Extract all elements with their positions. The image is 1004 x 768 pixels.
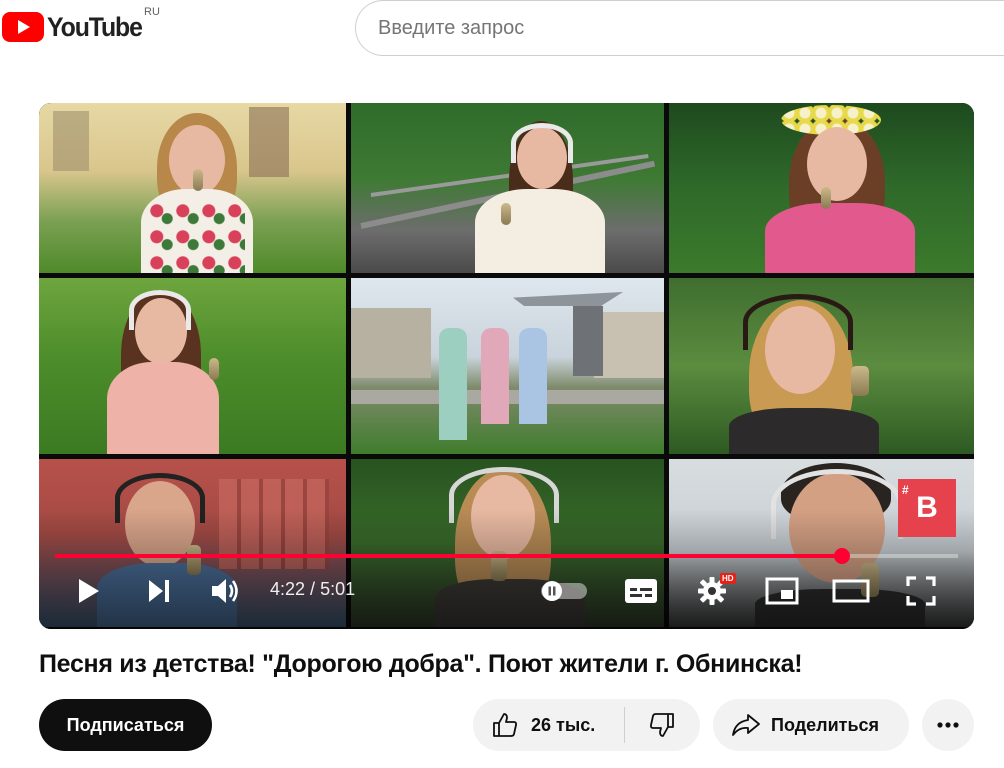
more-actions-button[interactable] bbox=[922, 699, 974, 751]
hd-badge: HD bbox=[720, 573, 736, 584]
progress-scrubber[interactable] bbox=[833, 548, 850, 564]
dislike-icon bbox=[650, 713, 674, 737]
progress-bar[interactable] bbox=[55, 548, 958, 564]
progress-played bbox=[55, 554, 842, 558]
video-tile bbox=[351, 278, 664, 454]
fullscreen-icon bbox=[906, 576, 936, 606]
player-controls: 4:22 / 5:01 HD bbox=[39, 569, 974, 613]
like-icon bbox=[493, 713, 517, 737]
video-tile bbox=[39, 103, 346, 273]
watermark-letter: B bbox=[916, 491, 938, 524]
play-icon bbox=[79, 579, 99, 603]
subtitles-button[interactable] bbox=[623, 569, 659, 613]
video-tile bbox=[39, 278, 346, 454]
like-count: 26 тыс. bbox=[531, 714, 596, 735]
current-time: 4:22 bbox=[270, 579, 306, 599]
subtitles-icon bbox=[625, 579, 657, 603]
share-label: Поделиться bbox=[771, 714, 880, 735]
search-input[interactable] bbox=[378, 16, 978, 40]
miniplayer-icon bbox=[765, 577, 799, 605]
page: YouTube RU Введите запрос # B 4:22 / 5:0… bbox=[0, 0, 1004, 768]
video-tile bbox=[669, 103, 974, 273]
share-icon bbox=[732, 714, 760, 736]
fullscreen-button[interactable] bbox=[903, 569, 939, 613]
region-code: RU bbox=[144, 6, 160, 18]
time-display: 4:22 / 5:01 bbox=[270, 579, 355, 600]
autoplay-toggle[interactable] bbox=[539, 569, 589, 613]
more-icon bbox=[937, 722, 959, 728]
theater-icon bbox=[832, 579, 870, 603]
autoplay-toggle-icon bbox=[541, 581, 587, 601]
like-button[interactable]: 26 тыс. bbox=[473, 707, 625, 743]
masthead: YouTube RU bbox=[0, 0, 1004, 56]
search-box[interactable] bbox=[355, 0, 1004, 56]
youtube-logo[interactable]: YouTube bbox=[2, 10, 150, 44]
video-tile bbox=[351, 103, 664, 273]
total-time: 5:01 bbox=[320, 579, 356, 599]
channel-watermark[interactable]: # B bbox=[898, 479, 956, 537]
like-dislike-group: 26 тыс. bbox=[473, 699, 700, 751]
theater-button[interactable] bbox=[831, 569, 871, 613]
next-icon bbox=[149, 580, 169, 602]
video-tile bbox=[669, 278, 974, 454]
volume-icon bbox=[212, 579, 238, 603]
miniplayer-button[interactable] bbox=[763, 569, 801, 613]
logo-text: YouTube bbox=[47, 11, 143, 42]
mute-button[interactable] bbox=[209, 569, 243, 613]
share-button[interactable]: Поделиться bbox=[713, 699, 909, 751]
youtube-logo-icon bbox=[2, 12, 44, 42]
video-title: Песня из детства! "Дорогою добра". Поют … bbox=[39, 650, 803, 678]
play-button[interactable] bbox=[73, 569, 105, 613]
subscribe-button[interactable]: Подписаться bbox=[39, 699, 212, 751]
video-player[interactable]: # B 4:22 / 5:01 HD bbox=[39, 103, 974, 629]
watermark-hash: # bbox=[902, 483, 909, 497]
dislike-button[interactable] bbox=[625, 699, 699, 751]
next-button[interactable] bbox=[143, 569, 175, 613]
time-separator: / bbox=[305, 579, 321, 599]
